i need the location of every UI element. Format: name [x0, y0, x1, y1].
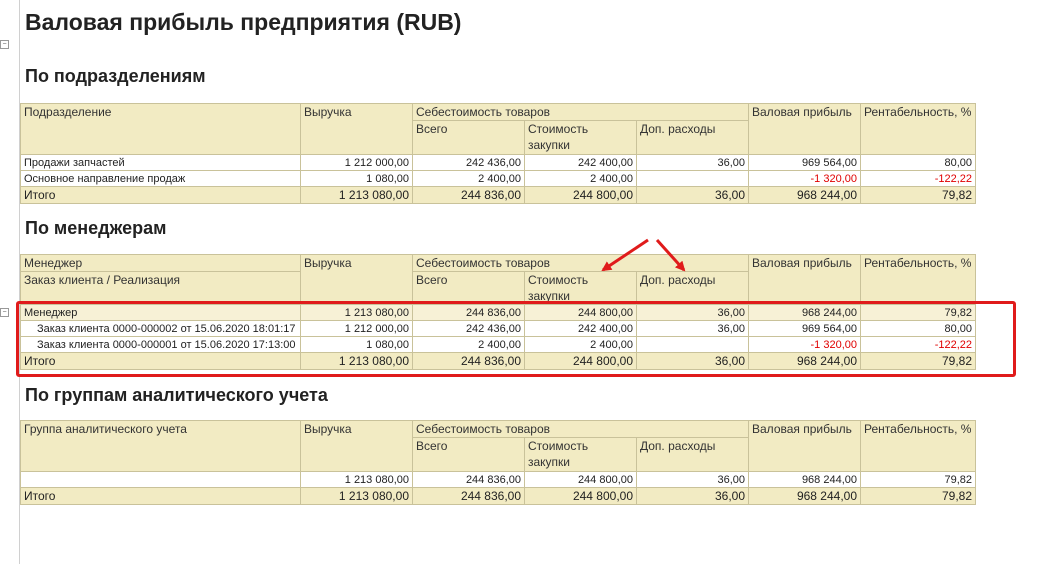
col-header-analytics-group: Группа аналитического учета [20, 420, 301, 472]
table-total-row: Итого 1 213 080,00 244 836,00 244 800,00… [20, 487, 976, 505]
section-heading-analytics-groups: По группам аналитического учета [25, 385, 328, 405]
col-header-margin: Рентабельность, % [860, 420, 976, 472]
table-row[interactable]: 1 213 080,00 244 836,00 244 800,00 36,00… [20, 471, 976, 488]
arrow-to-extra-cost [655, 238, 686, 272]
col-header-cost-total: Всего [412, 437, 525, 472]
col-header-cost-purchase: Стоимость закупки [524, 437, 637, 472]
col-header-revenue: Выручка [300, 420, 413, 472]
col-header-cost-group: Себестоимость товаров [412, 419, 749, 439]
table-analytics-groups: Группа аналитического учета Выручка Себе… [20, 419, 976, 505]
arrow-to-purchase-cost [601, 238, 649, 272]
col-header-gross: Валовая прибыль [748, 420, 861, 472]
col-header-cost-extra: Доп. расходы [636, 437, 749, 472]
